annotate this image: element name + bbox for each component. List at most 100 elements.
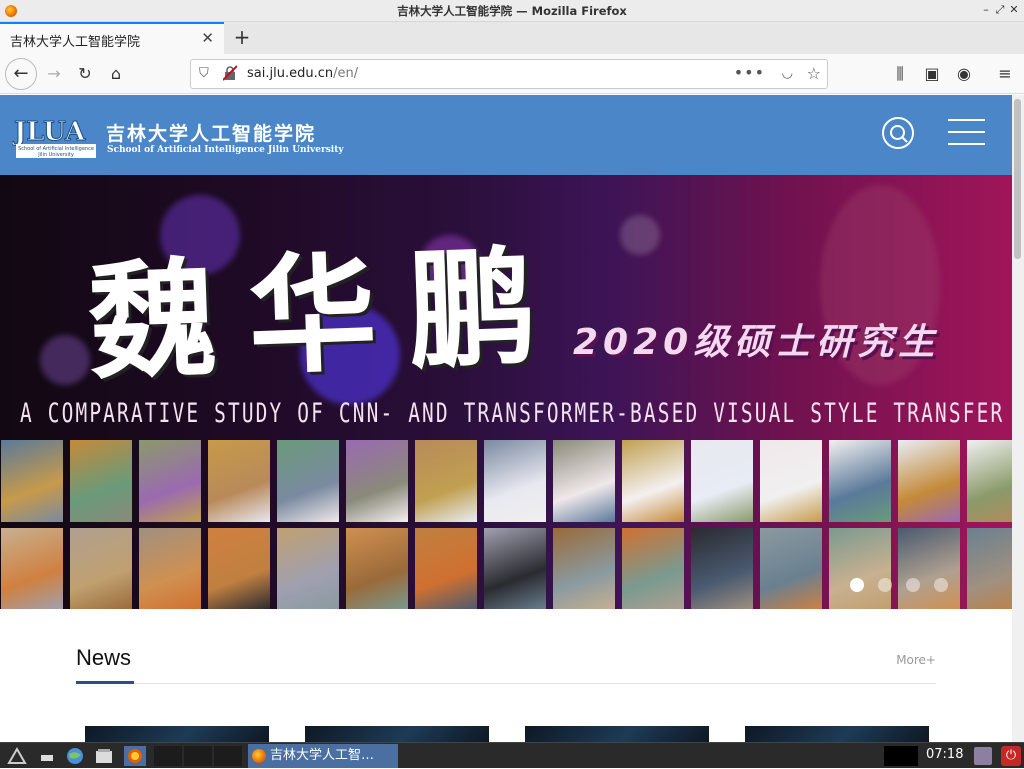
url-text: sai.jlu.edu.cn/en/ xyxy=(247,66,359,81)
thumbnail-image xyxy=(139,440,201,522)
url-bar[interactable]: ⛉ sai.jlu.edu.cn/en/ ••• ◡ ☆ xyxy=(190,59,828,89)
svg-text:JLUA: JLUA xyxy=(12,117,86,147)
show-desktop-icon[interactable] xyxy=(36,746,58,766)
news-divider xyxy=(76,683,936,684)
thumbnail-image xyxy=(760,528,822,609)
thumbnail-image xyxy=(553,528,615,609)
thumbnail-image xyxy=(415,440,477,522)
reload-button[interactable]: ↻ xyxy=(73,62,97,86)
site-name-chinese[interactable]: 吉林大学人工智能学院 xyxy=(106,119,316,146)
news-card[interactable] xyxy=(525,726,709,742)
jlu-logo[interactable]: JLUA School of Artificial Intelligence J… xyxy=(12,110,100,160)
file-manager-icon[interactable] xyxy=(93,746,115,766)
window-titlebar: 吉林大学人工智能学院 — Mozilla Firefox – ⤢ ✕ xyxy=(0,0,1024,22)
thumbnail-image xyxy=(70,440,132,522)
slide-pagination xyxy=(850,578,948,592)
taskbar-firefox-window[interactable]: 吉林大学人工智… xyxy=(248,744,398,768)
thumbnail-image xyxy=(346,440,408,522)
thumbnail-image xyxy=(346,528,408,609)
tracking-shield-icon[interactable]: ⛉ xyxy=(199,66,209,81)
workspace-3[interactable] xyxy=(214,746,242,766)
thumbnail-image xyxy=(484,440,546,522)
back-button[interactable]: ← xyxy=(5,58,37,90)
banner-title: A COMPARATIVE STUDY OF CNN- AND TRANSFOR… xyxy=(20,398,1005,429)
thumbnail-image xyxy=(622,440,684,522)
slide-dot[interactable] xyxy=(850,578,864,592)
close-window-button[interactable]: ✕ xyxy=(1008,2,1020,18)
maximize-button[interactable]: ⤢ xyxy=(994,2,1006,18)
thumbnail-image xyxy=(484,528,546,609)
account-icon[interactable]: ◉ xyxy=(952,62,976,86)
news-heading: News xyxy=(76,645,132,670)
slide-dot[interactable] xyxy=(906,578,920,592)
thumbnail-image xyxy=(277,528,339,609)
close-tab-icon[interactable]: ✕ xyxy=(201,29,214,47)
tray-widget xyxy=(884,746,918,766)
firefox-icon xyxy=(252,749,266,763)
search-icon xyxy=(890,125,908,143)
workspace-2[interactable] xyxy=(184,746,212,766)
slide-dot[interactable] xyxy=(934,578,948,592)
thumbnail-image xyxy=(829,440,891,522)
start-menu-icon[interactable] xyxy=(6,746,28,766)
tab-label: 吉林大学人工智能学院 xyxy=(10,35,141,50)
thumbnail-image xyxy=(898,440,960,522)
thumbnail-image xyxy=(415,528,477,609)
pocket-icon[interactable]: ◡ xyxy=(782,66,793,81)
browser-launcher-icon[interactable] xyxy=(64,746,86,766)
thumbnail-image xyxy=(208,528,270,609)
thumbnail-image xyxy=(553,440,615,522)
tab-active[interactable]: 吉林大学人工智能学院 ✕ xyxy=(0,22,224,54)
hero-banner-slide[interactable]: 魏华鹏 2020级硕士研究生 A COMPARATIVE STUDY OF CN… xyxy=(0,175,1012,609)
news-heading-underline xyxy=(76,681,134,684)
tray-app-icon[interactable] xyxy=(974,747,992,765)
hamburger-menu-icon[interactable]: ≡ xyxy=(993,62,1017,86)
news-card[interactable] xyxy=(305,726,489,742)
thumbnail-image xyxy=(139,528,201,609)
scrollbar-thumb[interactable] xyxy=(1014,99,1021,259)
svg-text:Jilin University: Jilin University xyxy=(37,152,74,158)
thumbnail-image xyxy=(622,528,684,609)
search-button[interactable] xyxy=(882,117,914,149)
web-page: JLUA School of Artificial Intelligence J… xyxy=(0,95,1012,742)
workspace-1[interactable] xyxy=(154,746,182,766)
clock[interactable]: 07:18 xyxy=(926,747,963,762)
home-button[interactable]: ⌂ xyxy=(104,62,128,86)
tab-strip: 吉林大学人工智能学院 ✕ + xyxy=(0,22,1024,54)
forward-button[interactable]: → xyxy=(42,62,66,86)
thumbnail-image xyxy=(1,528,63,609)
thumbnail-image xyxy=(208,440,270,522)
taskbar-window-label: 吉林大学人工智… xyxy=(270,748,375,763)
firefox-launcher-icon[interactable] xyxy=(124,746,146,766)
page-actions-icon[interactable]: ••• xyxy=(734,63,765,82)
banner-subtitle: 2020级硕士研究生 xyxy=(573,322,940,363)
library-icon[interactable]: ⫼ xyxy=(888,62,912,86)
thumbnail-image xyxy=(967,528,1012,609)
slide-dot[interactable] xyxy=(878,578,892,592)
power-button[interactable]: ⏻ xyxy=(1001,746,1021,766)
news-card[interactable] xyxy=(745,726,929,742)
thumbnail-image xyxy=(1,440,63,522)
navigation-toolbar: ← → ↻ ⌂ ⛉ sai.jlu.edu.cn/en/ ••• ◡ ☆ ⫼ ▣… xyxy=(0,54,1024,94)
os-taskbar: 吉林大学人工智… 07:18 ⏻ xyxy=(0,742,1024,768)
news-card[interactable] xyxy=(85,726,269,742)
sidebar-icon[interactable]: ▣ xyxy=(920,62,944,86)
minimize-button[interactable]: – xyxy=(980,2,992,18)
thumbnail-image xyxy=(70,528,132,609)
news-more-link[interactable]: More+ xyxy=(896,653,936,667)
thumbnail-image xyxy=(277,440,339,522)
thumbnail-image xyxy=(760,440,822,522)
thumbnail-image xyxy=(898,528,960,609)
new-tab-button[interactable]: + xyxy=(230,24,254,50)
site-menu-button[interactable] xyxy=(948,119,985,145)
thumbnail-image xyxy=(691,440,753,522)
banner-name: 魏华鹏 xyxy=(85,231,571,399)
bookmark-star-icon[interactable]: ☆ xyxy=(807,64,821,83)
insecure-lock-icon[interactable] xyxy=(223,65,237,81)
site-name-english[interactable]: School of Artificial Intelligence Jilin … xyxy=(107,145,344,155)
thumbnail-image xyxy=(829,528,891,609)
site-header: JLUA School of Artificial Intelligence J… xyxy=(0,95,1012,175)
page-scrollbar[interactable] xyxy=(1012,95,1024,742)
thumbnail-image xyxy=(967,440,1012,522)
window-title: 吉林大学人工智能学院 — Mozilla Firefox xyxy=(397,4,627,18)
